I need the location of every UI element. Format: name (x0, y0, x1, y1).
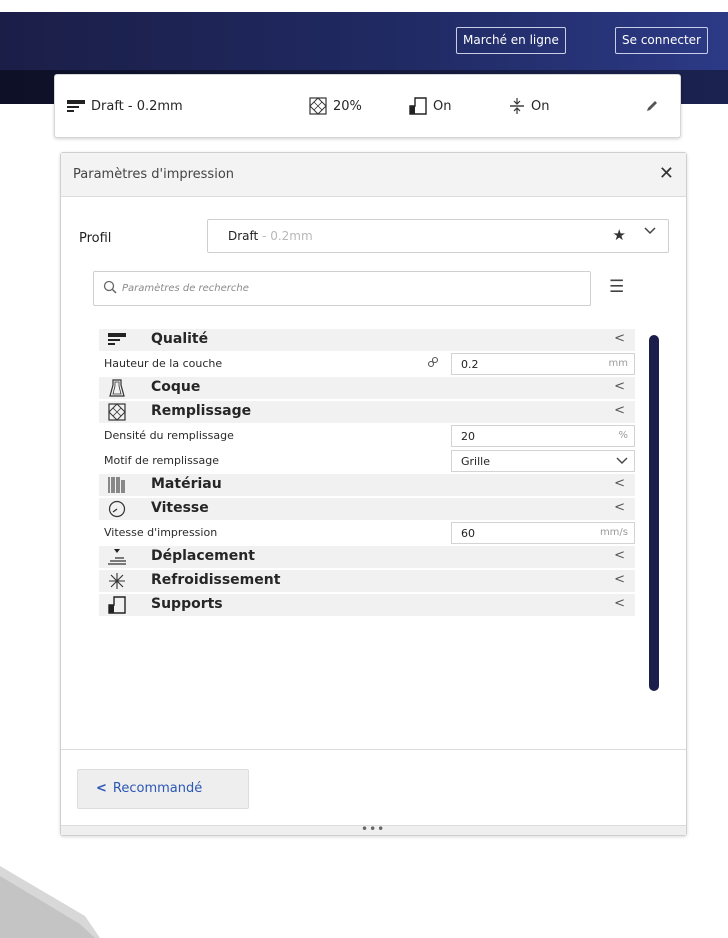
search-settings-input[interactable]: Paramètres de recherche (93, 271, 591, 306)
category-label: Déplacement (151, 548, 255, 564)
field-unit: mm (608, 358, 628, 369)
setting-label: Motif de remplissage (104, 454, 220, 467)
profile-name: Draft (228, 229, 259, 243)
chevron-left-icon: < (614, 476, 625, 491)
field-value: 60 (461, 527, 475, 540)
search-placeholder: Paramètres de recherche (122, 283, 249, 294)
adhesion-icon (510, 98, 524, 114)
category-label: Qualité (151, 331, 209, 347)
category-supports[interactable]: Supports < (99, 594, 635, 616)
category-coque[interactable]: Coque < (99, 377, 635, 399)
print-speed-field[interactable]: 60 mm/s (451, 522, 635, 544)
profile-dropdown-value: Draft - 0.2mm (228, 229, 313, 243)
setting-infill-pattern: Motif de remplissage Grille (99, 449, 635, 473)
chevron-left-icon: < (614, 548, 625, 563)
setting-layer-height: Hauteur de la couche 0.2 mm (99, 352, 635, 376)
setting-label: Hauteur de la couche (104, 357, 223, 370)
profile-label: Profil (79, 231, 112, 246)
profile-summary[interactable]: Draft - 0.2mm (67, 95, 183, 117)
material-icon (107, 476, 127, 494)
link-icon[interactable] (427, 356, 439, 371)
infill-summary[interactable]: 20% (309, 95, 362, 117)
chevron-left-icon: < (614, 331, 625, 346)
chevron-left-icon: < (96, 781, 107, 796)
shell-icon (107, 379, 127, 397)
field-unit: % (618, 430, 628, 441)
infill-pattern-select[interactable]: Grille (451, 450, 635, 472)
search-icon (103, 280, 117, 294)
chevron-left-icon: < (614, 572, 625, 587)
category-label: Refroidissement (151, 572, 281, 588)
star-icon[interactable]: ★ (613, 226, 626, 244)
profile-suffix: - 0.2mm (258, 229, 313, 243)
chevron-left-icon: < (614, 500, 625, 515)
field-value: 0.2 (461, 358, 479, 371)
setting-label: Vitesse d'impression (104, 526, 218, 539)
category-qualite[interactable]: Qualité < (99, 329, 635, 351)
speed-gauge-icon (107, 500, 127, 518)
category-label: Matériau (151, 476, 222, 492)
infill-summary-label: 20% (333, 98, 362, 114)
pencil-icon[interactable] (645, 95, 665, 117)
category-label: Supports (151, 596, 223, 612)
chevron-down-icon (616, 454, 628, 469)
adhesion-summary[interactable]: On (509, 95, 549, 117)
recommended-mode-button[interactable]: < Recommandé (77, 769, 249, 809)
setting-infill-density: Densité du remplissage 20 % (99, 424, 635, 448)
quality-icon (67, 100, 85, 112)
profile-dropdown[interactable]: Draft - 0.2mm ★ (207, 219, 669, 253)
field-value: Grille (461, 455, 490, 468)
build-plate-corner (0, 866, 100, 938)
category-label: Vitesse (151, 500, 209, 516)
layer-height-field[interactable]: 0.2 mm (451, 353, 635, 375)
marketplace-button[interactable]: Marché en ligne (456, 27, 566, 54)
drag-grip-icon: ••• (361, 822, 386, 836)
support-summary[interactable]: On (409, 95, 451, 117)
chevron-left-icon: < (614, 403, 625, 418)
chevron-down-icon[interactable] (644, 224, 656, 240)
settings-scrollbar[interactable] (649, 335, 659, 691)
support-icon (107, 596, 127, 614)
close-icon[interactable]: ✕ (659, 163, 674, 184)
support-summary-label: On (433, 98, 452, 114)
adhesion-summary-label: On (531, 98, 550, 114)
top-toolbar: Marché en ligne Se connecter (0, 12, 728, 70)
divider (61, 749, 686, 750)
setting-print-speed: Vitesse d'impression 60 mm/s (99, 521, 635, 545)
travel-icon (107, 548, 127, 566)
category-refroidissement[interactable]: Refroidissement < (99, 570, 635, 592)
infill-icon (309, 97, 327, 115)
settings-visibility-menu-icon[interactable]: ☰ (609, 279, 624, 296)
recommended-label: Recommandé (112, 781, 203, 796)
infill-density-field[interactable]: 20 % (451, 425, 635, 447)
panel-header: Paramètres d'impression ✕ (61, 153, 686, 197)
chevron-left-icon: < (614, 596, 625, 611)
setting-label: Densité du remplissage (104, 429, 234, 442)
category-remplissage[interactable]: Remplissage < (99, 401, 635, 423)
category-vitesse[interactable]: Vitesse < (99, 498, 635, 520)
chevron-left-icon: < (614, 379, 625, 394)
print-settings-panel: Paramètres d'impression ✕ Profil Draft -… (60, 152, 687, 836)
category-label: Coque (151, 379, 201, 395)
field-value: 20 (461, 430, 475, 443)
quality-icon (107, 331, 127, 349)
category-label: Remplissage (151, 403, 252, 419)
profile-summary-label: Draft - 0.2mm (91, 98, 183, 114)
panel-title: Paramètres d'impression (73, 167, 235, 182)
support-icon (409, 97, 427, 115)
panel-resize-handle[interactable]: ••• (61, 822, 686, 836)
category-deplacement[interactable]: Déplacement < (99, 546, 635, 568)
sign-in-button[interactable]: Se connecter (615, 27, 708, 54)
cooling-fan-icon (107, 572, 127, 590)
infill-icon (107, 403, 127, 421)
field-unit: mm/s (599, 527, 628, 538)
pencil-icon-shape (647, 101, 657, 111)
category-materiau[interactable]: Matériau < (99, 474, 635, 496)
print-settings-summary-bar[interactable]: Draft - 0.2mm 20% On On (54, 74, 681, 138)
